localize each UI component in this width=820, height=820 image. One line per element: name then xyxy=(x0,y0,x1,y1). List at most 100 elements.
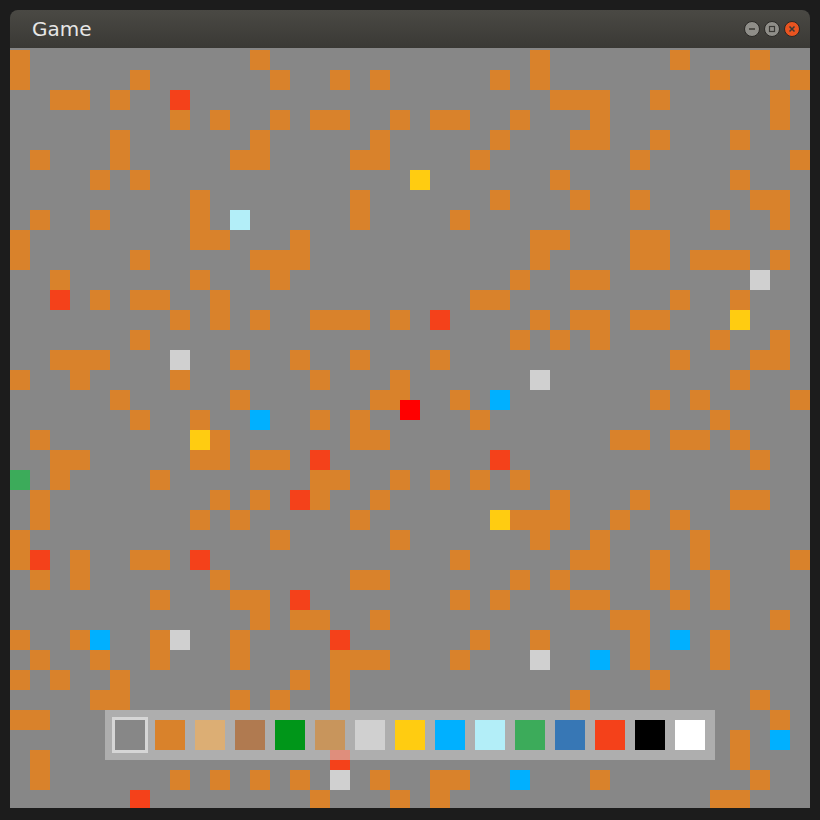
tile[interactable] xyxy=(150,790,170,808)
tile[interactable] xyxy=(310,210,330,230)
tile[interactable] xyxy=(570,530,590,550)
tile[interactable] xyxy=(330,530,350,550)
tile[interactable] xyxy=(390,330,410,350)
tile[interactable] xyxy=(290,170,310,190)
tile[interactable] xyxy=(450,150,470,170)
game-canvas[interactable] xyxy=(10,48,810,808)
tile[interactable] xyxy=(550,350,570,370)
tile[interactable] xyxy=(50,70,70,90)
tile[interactable] xyxy=(410,130,430,150)
tile[interactable] xyxy=(670,630,690,650)
tile[interactable] xyxy=(250,630,270,650)
tile[interactable] xyxy=(290,790,310,808)
tile[interactable] xyxy=(470,490,490,510)
tile[interactable] xyxy=(490,770,510,790)
tile[interactable] xyxy=(470,230,490,250)
tile[interactable] xyxy=(430,310,450,330)
tile[interactable] xyxy=(90,110,110,130)
tile[interactable] xyxy=(290,310,310,330)
tile[interactable] xyxy=(750,50,770,70)
tile[interactable] xyxy=(730,790,750,808)
tile[interactable] xyxy=(110,510,130,530)
tile[interactable] xyxy=(510,210,530,230)
tile[interactable] xyxy=(190,170,210,190)
tile[interactable] xyxy=(670,70,690,90)
tile[interactable] xyxy=(310,290,330,310)
tile[interactable] xyxy=(510,450,530,470)
tile[interactable] xyxy=(450,650,470,670)
tile[interactable] xyxy=(470,210,490,230)
tile[interactable] xyxy=(210,490,230,510)
tile[interactable] xyxy=(710,430,730,450)
tile[interactable] xyxy=(430,390,450,410)
tile[interactable] xyxy=(190,510,210,530)
tile[interactable] xyxy=(310,770,330,790)
tile[interactable] xyxy=(650,510,670,530)
tile[interactable] xyxy=(10,150,30,170)
tile[interactable] xyxy=(190,310,210,330)
tile[interactable] xyxy=(730,370,750,390)
tile[interactable] xyxy=(290,430,310,450)
tile[interactable] xyxy=(470,670,490,690)
tile[interactable] xyxy=(290,450,310,470)
tile[interactable] xyxy=(730,170,750,190)
tile[interactable] xyxy=(470,50,490,70)
tile[interactable] xyxy=(210,50,230,70)
tile[interactable] xyxy=(370,550,390,570)
tile[interactable] xyxy=(270,270,290,290)
hotbar-slot[interactable] xyxy=(315,720,345,750)
tile[interactable] xyxy=(210,590,230,610)
tile[interactable] xyxy=(210,530,230,550)
tile[interactable] xyxy=(470,650,490,670)
tile[interactable] xyxy=(10,510,30,530)
tile[interactable] xyxy=(650,90,670,110)
tile[interactable] xyxy=(150,610,170,630)
tile[interactable] xyxy=(530,370,550,390)
tile[interactable] xyxy=(710,350,730,370)
tile[interactable] xyxy=(770,630,790,650)
tile[interactable] xyxy=(450,590,470,610)
tile[interactable] xyxy=(390,630,410,650)
tile[interactable] xyxy=(730,710,750,730)
tile[interactable] xyxy=(230,190,250,210)
tile[interactable] xyxy=(530,590,550,610)
tile[interactable] xyxy=(710,690,730,710)
tile[interactable] xyxy=(50,290,70,310)
tile[interactable] xyxy=(750,770,770,790)
tile[interactable] xyxy=(290,350,310,370)
tile[interactable] xyxy=(530,570,550,590)
tile[interactable] xyxy=(570,150,590,170)
tile[interactable] xyxy=(790,90,810,110)
tile[interactable] xyxy=(50,510,70,530)
tile[interactable] xyxy=(490,570,510,590)
tile[interactable] xyxy=(410,490,430,510)
tile[interactable] xyxy=(630,370,650,390)
tile[interactable] xyxy=(410,330,430,350)
tile[interactable] xyxy=(290,510,310,530)
tile[interactable] xyxy=(130,490,150,510)
tile[interactable] xyxy=(270,90,290,110)
tile[interactable] xyxy=(330,470,350,490)
tile[interactable] xyxy=(350,70,370,90)
tile[interactable] xyxy=(730,230,750,250)
tile[interactable] xyxy=(570,430,590,450)
tile[interactable] xyxy=(330,350,350,370)
tile[interactable] xyxy=(730,50,750,70)
tile[interactable] xyxy=(430,570,450,590)
tile[interactable] xyxy=(390,610,410,630)
tile[interactable] xyxy=(150,350,170,370)
tile[interactable] xyxy=(610,410,630,430)
tile[interactable] xyxy=(370,350,390,370)
tile[interactable] xyxy=(770,690,790,710)
tile[interactable] xyxy=(70,430,90,450)
tile[interactable] xyxy=(710,250,730,270)
tile[interactable] xyxy=(750,490,770,510)
tile[interactable] xyxy=(750,550,770,570)
hotbar-slot[interactable] xyxy=(635,720,665,750)
tile[interactable] xyxy=(350,630,370,650)
tile[interactable] xyxy=(470,370,490,390)
tile[interactable] xyxy=(730,350,750,370)
tile[interactable] xyxy=(10,770,30,790)
tile[interactable] xyxy=(270,570,290,590)
tile[interactable] xyxy=(10,710,30,730)
